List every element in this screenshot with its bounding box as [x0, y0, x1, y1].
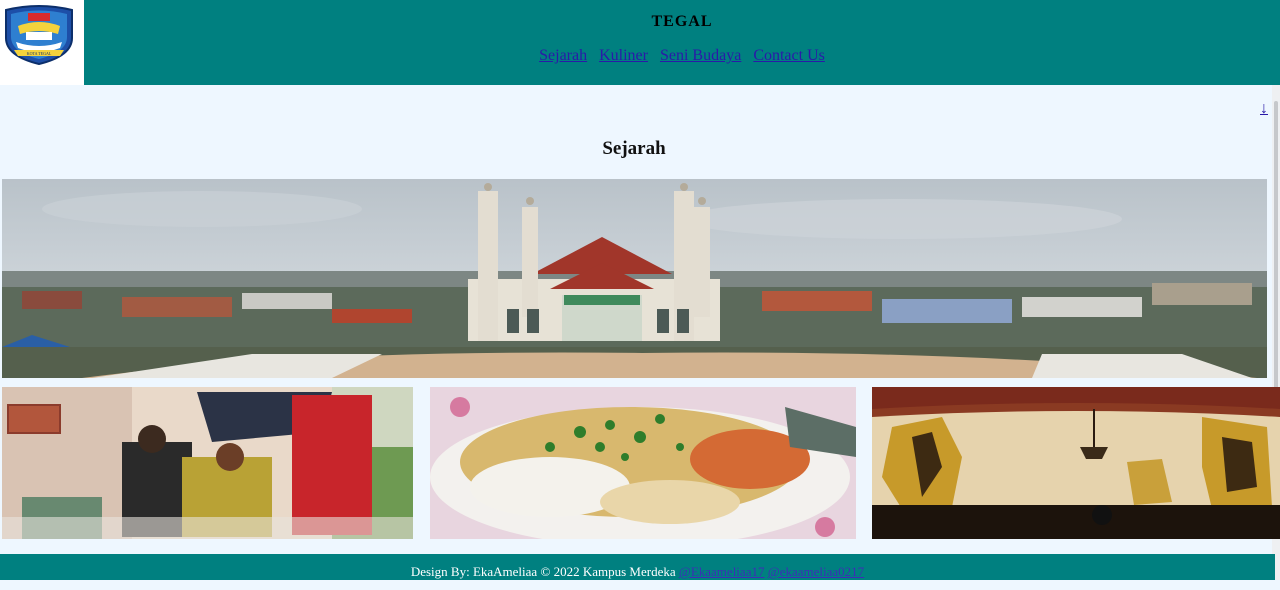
- scroll-down-arrow-link[interactable]: ↓: [1260, 100, 1268, 118]
- logo-text: KOTA TEGAL: [27, 51, 52, 56]
- nav-link-kuliner[interactable]: Kuliner: [599, 47, 648, 64]
- traditional-ceremony-image: [2, 387, 413, 539]
- mosque-panorama-image: [2, 179, 1267, 378]
- shield-emblem-icon: KOTA TEGAL: [5, 5, 73, 66]
- nav-link-sejarah[interactable]: Sejarah: [539, 47, 587, 64]
- city-logo: KOTA TEGAL: [0, 0, 84, 85]
- site-title: TEGAL: [651, 13, 713, 30]
- nav-link-contact-us[interactable]: Contact Us: [753, 47, 825, 64]
- wayang-shadow-puppets-image: [872, 387, 1280, 539]
- nav-link-seni-budaya[interactable]: Seni Budaya: [660, 47, 741, 64]
- footer: Design By: EkaAmeliaa © 2022 Kampus Merd…: [0, 554, 1275, 580]
- header-bar: TEGAL Sejarah Kuliner Seni Budaya Contac…: [84, 0, 1280, 85]
- section-title: Sejarah: [602, 138, 666, 159]
- footer-link-ekaameliaa0217[interactable]: @ekaameliaa0217: [768, 564, 864, 579]
- tegal-food-image: [430, 387, 856, 539]
- footer-link-ekaameliaa17[interactable]: @Ekaameliaa17: [679, 564, 765, 579]
- main-nav: Sejarah Kuliner Seni Budaya Contact Us: [84, 47, 1280, 65]
- footer-credit-text: Design By: EkaAmeliaa © 2022 Kampus Merd…: [410, 564, 676, 579]
- header: KOTA TEGAL TEGAL Sejarah Kuliner Seni Bu…: [0, 0, 1280, 85]
